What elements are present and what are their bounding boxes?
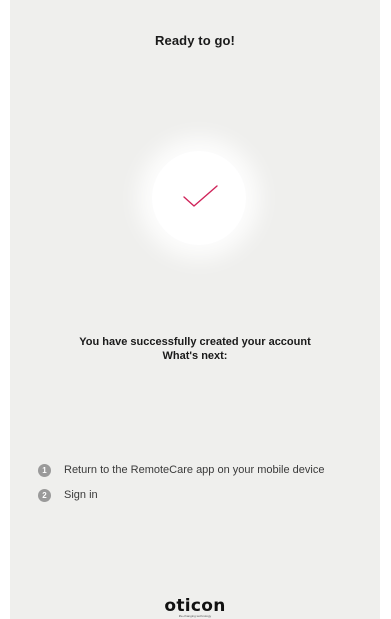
page-title: Ready to go! [155, 33, 235, 48]
success-message-line: You have successfully created your accou… [79, 336, 311, 348]
step-number-badge: 2 [38, 488, 51, 502]
step-number-badge: 1 [38, 463, 51, 477]
whats-next-label: What's next: [162, 350, 228, 362]
checkmark-icon [183, 185, 218, 207]
success-message: You have successfully created your accou… [10, 335, 380, 363]
success-badge [152, 151, 246, 245]
step-item: 2 Sign in [38, 487, 378, 503]
app-screen: Ready to go! You have successfully creat… [10, 0, 380, 619]
step-text: Sign in [64, 489, 98, 501]
step-text: Return to the RemoteCare app on your mob… [64, 464, 325, 476]
logo-tagline: life-changing technology [178, 614, 212, 618]
next-steps-list: 1 Return to the RemoteCare app on your m… [38, 462, 378, 512]
oticon-logo: oticon [164, 596, 226, 616]
step-item: 1 Return to the RemoteCare app on your m… [38, 462, 378, 478]
